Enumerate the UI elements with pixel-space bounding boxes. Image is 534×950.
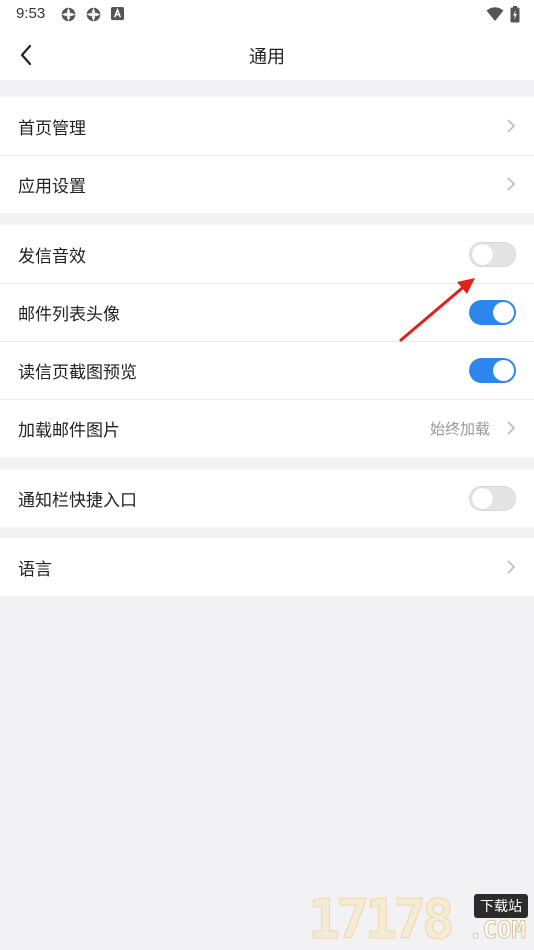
- row-label: 加载邮件图片: [18, 420, 120, 441]
- row-label: 应用设置: [18, 176, 86, 197]
- toggle-knob: [493, 360, 514, 381]
- settings-gear-icon: [61, 7, 76, 22]
- wifi-icon: [486, 7, 504, 21]
- row-label: 通知栏快捷入口: [18, 490, 137, 511]
- settings-row-app-settings[interactable]: 应用设置: [0, 155, 534, 213]
- settings-gear-icon: [86, 7, 101, 22]
- settings-row-screenshot-preview: 读信页截图预览: [0, 341, 534, 399]
- toggle-knob: [472, 488, 493, 509]
- screenshot-preview-toggle[interactable]: [469, 358, 516, 383]
- chevron-right-icon: [507, 560, 516, 574]
- chevron-right-icon: [507, 177, 516, 191]
- row-label: 邮件列表头像: [18, 304, 120, 325]
- page-title: 通用: [249, 47, 285, 68]
- settings-group-home: 首页管理 应用设置: [0, 97, 534, 213]
- status-icons-right: [486, 6, 520, 23]
- chevron-right-icon: [507, 421, 516, 435]
- load-images-value: 始终加载: [429, 419, 490, 438]
- watermark-logo: 17178 下载站 .COM: [304, 888, 530, 950]
- settings-row-load-images[interactable]: 加载邮件图片 始终加载: [0, 399, 534, 457]
- settings-row-language[interactable]: 语言: [0, 538, 534, 596]
- toggle-knob: [472, 244, 493, 265]
- notification-shortcut-toggle[interactable]: [469, 486, 516, 511]
- annotation-arrow-icon: [399, 278, 475, 342]
- battery-charging-icon: [510, 6, 520, 23]
- settings-row-notification-shortcut: 通知栏快捷入口: [0, 469, 534, 527]
- send-sound-toggle[interactable]: [469, 242, 516, 267]
- watermark-domain: .COM: [468, 916, 527, 945]
- row-label: 语言: [18, 559, 52, 580]
- status-time: 9:53: [16, 5, 46, 22]
- row-label: 读信页截图预览: [18, 362, 137, 383]
- row-label: 发信音效: [18, 246, 86, 267]
- settings-group-notification: 通知栏快捷入口: [0, 469, 534, 527]
- chevron-right-icon: [507, 119, 516, 133]
- notification-a-icon: [110, 6, 125, 21]
- settings-group-language: 语言: [0, 538, 534, 596]
- status-icons-left: [60, 6, 125, 23]
- nav-bar: 通用: [0, 30, 534, 80]
- status-bar: 9:53: [0, 0, 534, 30]
- watermark-digits: 17178: [308, 888, 456, 950]
- watermark-badge: 下载站: [474, 894, 528, 918]
- settings-row-home-management[interactable]: 首页管理: [0, 97, 534, 155]
- toggle-knob: [493, 302, 514, 323]
- row-label: 首页管理: [18, 118, 86, 139]
